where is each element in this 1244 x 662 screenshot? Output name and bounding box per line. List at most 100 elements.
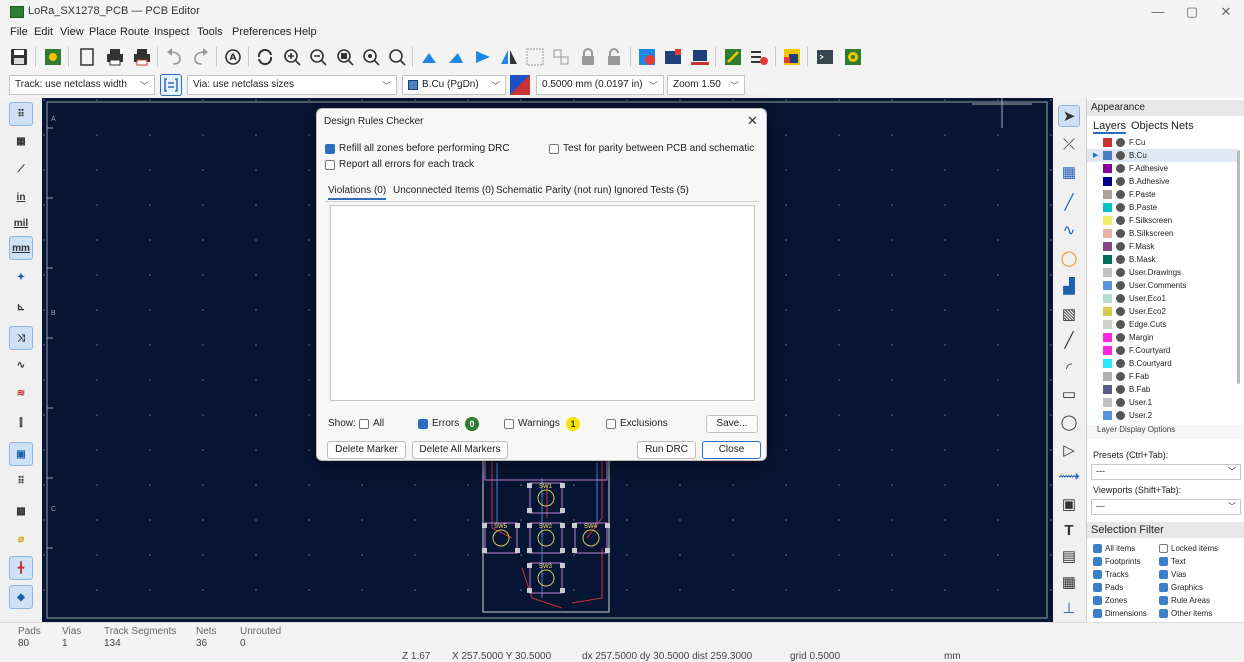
page-settings-icon[interactable]: [76, 46, 98, 68]
draw-polygon-icon[interactable]: ▷: [1058, 440, 1080, 462]
curved-ratsnest-icon[interactable]: ∿: [9, 354, 33, 378]
layer-row[interactable]: Edge.Cuts: [1087, 318, 1237, 331]
grid-toggle-icon[interactable]: ⠿: [9, 102, 33, 126]
add-footprint-icon[interactable]: ▦: [1058, 162, 1080, 184]
eye-icon[interactable]: [1116, 385, 1125, 394]
eye-icon[interactable]: [1116, 138, 1125, 147]
zone-display-icon[interactable]: ⫿: [9, 412, 33, 436]
layer-row[interactable]: F.Paste: [1087, 188, 1237, 201]
layer-color-swatch[interactable]: [1103, 216, 1112, 225]
layer-row[interactable]: B.Fab: [1087, 383, 1237, 396]
zoom-objects-icon[interactable]: [360, 46, 382, 68]
angle-snap-icon[interactable]: ⊾: [9, 296, 33, 320]
draw-line-icon[interactable]: ╱: [1058, 330, 1080, 352]
cursor-crosshair-icon[interactable]: ✦: [9, 266, 33, 290]
redo-icon[interactable]: [190, 46, 212, 68]
footprint-editor-icon[interactable]: [662, 46, 684, 68]
layer-row[interactable]: User.Comments: [1087, 279, 1237, 292]
lock-icon[interactable]: [577, 46, 599, 68]
via-size-select[interactable]: Via: use netclass sizes ﹀: [187, 75, 397, 95]
properties-panel-icon[interactable]: ◆: [9, 585, 33, 609]
layer-color-swatch[interactable]: [1103, 281, 1112, 290]
layer-color-swatch[interactable]: [1103, 203, 1112, 212]
layer-row[interactable]: User.2: [1087, 409, 1237, 422]
grid-overrides-icon[interactable]: ▦: [9, 130, 33, 154]
rotate-cw-icon[interactable]: [445, 46, 467, 68]
layer-row[interactable]: B.Adhesive: [1087, 175, 1237, 188]
presets-select[interactable]: --- ﹀: [1091, 464, 1241, 480]
pad-fill-icon[interactable]: ▣: [9, 442, 33, 466]
route-diff-pair-icon[interactable]: ∿: [1058, 220, 1080, 242]
menu-preferences[interactable]: Preferences: [232, 26, 291, 38]
find-icon[interactable]: A: [222, 46, 244, 68]
drc-icon[interactable]: [748, 46, 770, 68]
eye-icon[interactable]: [1116, 411, 1125, 420]
delete-all-markers-button[interactable]: Delete All Markers: [412, 441, 508, 459]
print-icon[interactable]: [104, 46, 126, 68]
zoom-fit-icon[interactable]: [334, 46, 356, 68]
add-via-icon[interactable]: ◯: [1058, 248, 1080, 270]
layer-row[interactable]: User.Eco2: [1087, 305, 1237, 318]
netlist-icon[interactable]: [636, 46, 658, 68]
eye-icon[interactable]: [1116, 229, 1125, 238]
eye-icon[interactable]: [1116, 359, 1125, 368]
layer-color-swatch[interactable]: [1103, 372, 1112, 381]
eye-icon[interactable]: [1116, 190, 1125, 199]
dialog-close-icon[interactable]: ✕: [747, 113, 758, 129]
tab-ignored-tests[interactable]: Ignored Tests (5): [614, 185, 689, 196]
layer-row[interactable]: F.Cu: [1087, 136, 1237, 149]
layer-row[interactable]: B.Silkscreen: [1087, 227, 1237, 240]
layer-color-swatch[interactable]: [1103, 190, 1112, 199]
eye-icon[interactable]: [1116, 346, 1125, 355]
layer-color-swatch[interactable]: [1103, 164, 1112, 173]
minimize-button[interactable]: —: [1148, 4, 1168, 19]
ratsnest-icon[interactable]: ⤨: [9, 326, 33, 350]
tab-layers[interactable]: Layers: [1093, 120, 1127, 134]
tab-schematic-parity[interactable]: Schematic Parity (not run): [496, 185, 612, 196]
menu-route[interactable]: Route: [120, 26, 149, 38]
via-fill-icon[interactable]: ⠿: [9, 470, 33, 494]
draw-arc-icon[interactable]: ◜: [1058, 358, 1080, 380]
mirror-icon[interactable]: [498, 46, 520, 68]
eye-icon[interactable]: [1116, 164, 1125, 173]
eye-icon[interactable]: [1116, 268, 1125, 277]
layer-color-swatch[interactable]: [1103, 385, 1112, 394]
layers-manager-icon[interactable]: ╋: [9, 556, 33, 580]
maximize-button[interactable]: ▢: [1182, 4, 1202, 20]
layer-color-swatch[interactable]: [1103, 294, 1112, 303]
add-rule-area-icon[interactable]: ▧: [1058, 304, 1080, 326]
net-highlight-icon[interactable]: ≋: [9, 382, 33, 406]
layer-row[interactable]: User.Eco1: [1087, 292, 1237, 305]
eye-icon[interactable]: [1116, 281, 1125, 290]
route-track-icon[interactable]: ╱: [1058, 192, 1080, 214]
add-image-icon[interactable]: ▣: [1058, 494, 1080, 516]
units-inch-icon[interactable]: in: [9, 186, 33, 210]
layer-select[interactable]: B.Cu (PgDn) ﹀: [402, 75, 506, 95]
delete-marker-button[interactable]: Delete Marker: [327, 441, 406, 459]
layer-scrollbar[interactable]: [1237, 150, 1240, 384]
zoom-selection-icon[interactable]: [386, 46, 408, 68]
layer-row[interactable]: B.Paste: [1087, 201, 1237, 214]
save-report-button[interactable]: Save...: [706, 415, 758, 433]
eye-icon[interactable]: [1116, 307, 1125, 316]
rotate-ccw-icon[interactable]: [418, 46, 440, 68]
menu-help[interactable]: Help: [294, 26, 317, 38]
track-fill-icon[interactable]: ▩: [9, 500, 33, 524]
eye-icon[interactable]: [1116, 216, 1125, 225]
eye-icon[interactable]: [1116, 372, 1125, 381]
layer-row[interactable]: F.Adhesive: [1087, 162, 1237, 175]
layer-row[interactable]: User.1: [1087, 396, 1237, 409]
layer-color-swatch[interactable]: [1103, 346, 1112, 355]
layer-color-swatch[interactable]: [1103, 268, 1112, 277]
violations-list[interactable]: [330, 205, 755, 401]
add-dimension-icon[interactable]: ⊥: [1058, 598, 1080, 620]
eye-icon[interactable]: [1116, 151, 1125, 160]
layer-row[interactable]: F.Courtyard: [1087, 344, 1237, 357]
eye-icon[interactable]: [1116, 398, 1125, 407]
plot-icon[interactable]: [131, 46, 153, 68]
menu-place[interactable]: Place: [89, 26, 117, 38]
tab-violations[interactable]: Violations (0): [328, 185, 387, 200]
save-icon[interactable]: [8, 46, 30, 68]
layer-row[interactable]: B.Mask: [1087, 253, 1237, 266]
footprint-browser-icon[interactable]: [689, 46, 711, 68]
